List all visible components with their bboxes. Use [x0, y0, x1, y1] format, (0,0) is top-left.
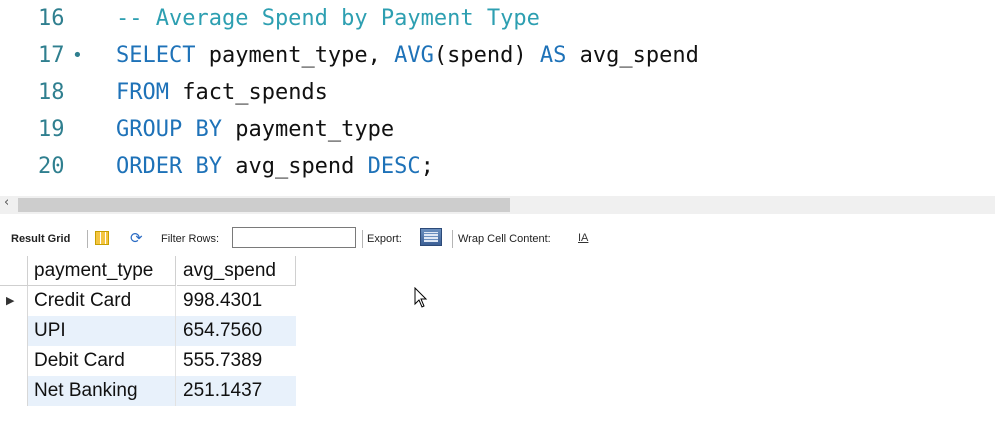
sql-token: (spend)	[433, 43, 540, 68]
mouse-pointer-icon	[414, 287, 428, 308]
code-line[interactable]: 18 FROM fact_spends	[0, 74, 995, 111]
sql-token: payment_type,	[195, 43, 395, 68]
sql-token: payment_type	[221, 117, 395, 142]
cell-payment-type[interactable]: Credit Card	[28, 286, 176, 316]
row-selector[interactable]	[0, 346, 28, 376]
filter-rows-input[interactable]	[232, 227, 356, 248]
result-grid-tab[interactable]: Result Grid	[11, 233, 70, 245]
statement-marker-icon: •	[72, 45, 83, 66]
line-number: 20	[38, 154, 65, 179]
code-line[interactable]: 17 • SELECT payment_type, AVG(spend) AS av…	[0, 37, 995, 74]
sql-keyword: GROUP BY	[116, 117, 222, 142]
code-text[interactable]: SELECT payment_type, AVG(spend) AS avg_s…	[116, 37, 699, 74]
toolbar-separator	[362, 230, 363, 248]
sql-keyword: ORDER BY	[116, 154, 222, 179]
export-label: Export:	[367, 233, 402, 245]
sql-keyword: AS	[539, 43, 567, 68]
scrollbar-thumb[interactable]	[18, 198, 510, 212]
cell-payment-type[interactable]: Debit Card	[28, 346, 176, 376]
line-number: 16	[38, 6, 65, 31]
cell-avg-spend[interactable]: 555.7389	[177, 346, 296, 376]
sql-token: avg_spend	[566, 43, 699, 68]
code-line[interactable]: 16 -- Average Spend by Payment Type	[0, 0, 995, 37]
line-number: 18	[38, 80, 65, 105]
result-toolbar: Result Grid ⟳ Filter Rows: Export: Wrap …	[0, 226, 995, 252]
table-row[interactable]: ▶ Credit Card 998.4301	[0, 286, 296, 316]
sql-keyword: DESC	[367, 154, 421, 179]
table-row[interactable]: UPI 654.7560	[0, 316, 296, 346]
row-selector[interactable]: ▶	[0, 286, 28, 316]
code-text[interactable]: GROUP BY payment_type	[116, 111, 394, 148]
refresh-icon[interactable]: ⟳	[130, 229, 143, 247]
sql-token: ;	[420, 154, 434, 179]
row-selector[interactable]	[0, 376, 28, 406]
sql-keyword: FROM	[116, 80, 169, 105]
table-row[interactable]: Debit Card 555.7389	[0, 346, 296, 376]
sql-comment: -- Average Spend by Payment Type	[116, 6, 540, 31]
row-selector-header[interactable]	[0, 256, 28, 286]
code-text[interactable]: -- Average Spend by Payment Type	[116, 0, 540, 37]
sql-keyword: SELECT	[116, 43, 196, 68]
grid-view-icon[interactable]	[95, 231, 109, 245]
cell-payment-type[interactable]: Net Banking	[28, 376, 176, 406]
sql-editor[interactable]: 16 -- Average Spend by Payment Type 17 • SEL…	[0, 0, 995, 195]
toolbar-separator	[87, 230, 88, 248]
row-selector[interactable]	[0, 316, 28, 346]
cell-avg-spend[interactable]: 654.7560	[177, 316, 296, 346]
line-number: 19	[38, 117, 65, 142]
wrap-cell-content-label: Wrap Cell Content:	[458, 233, 551, 245]
sql-token: avg_spend	[221, 154, 368, 179]
wrap-cell-content-icon[interactable]: IA	[578, 232, 588, 244]
cell-payment-type[interactable]: UPI	[28, 316, 176, 346]
table-row[interactable]: Net Banking 251.1437	[0, 376, 296, 406]
code-line[interactable]: 19 GROUP BY payment_type	[0, 111, 995, 148]
cell-avg-spend[interactable]: 251.1437	[177, 376, 296, 406]
cell-avg-spend[interactable]: 998.4301	[177, 286, 296, 316]
code-text[interactable]: FROM fact_spends	[116, 74, 328, 111]
sql-keyword: AVG	[394, 43, 434, 68]
filter-rows-label: Filter Rows:	[161, 233, 220, 245]
export-icon[interactable]	[420, 228, 442, 246]
sql-token: fact_spends	[168, 80, 328, 105]
scroll-left-arrow-icon[interactable]: ‹	[4, 195, 9, 210]
toolbar-separator	[452, 230, 453, 248]
code-line[interactable]: 20 ORDER BY avg_spend DESC;	[0, 148, 995, 185]
column-header-payment-type[interactable]: payment_type	[28, 256, 176, 286]
column-header-avg-spend[interactable]: avg_spend	[177, 256, 296, 286]
editor-horizontal-scrollbar[interactable]: ‹	[0, 195, 995, 214]
code-text[interactable]: ORDER BY avg_spend DESC;	[116, 148, 434, 185]
grid-header-row: payment_type avg_spend	[0, 256, 296, 286]
